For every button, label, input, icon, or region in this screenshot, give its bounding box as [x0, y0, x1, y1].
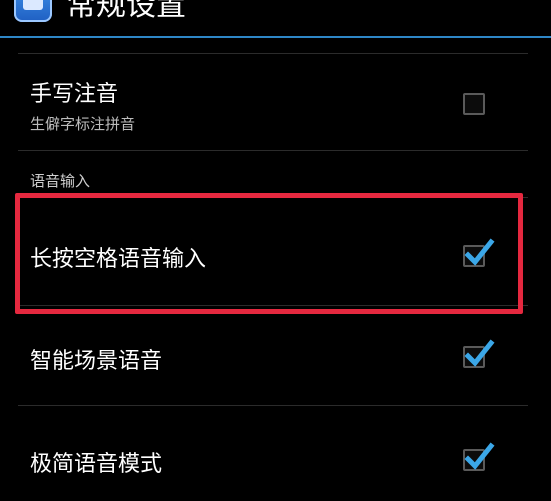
setting-title-minimal-voice-mode: 极简语音模式 — [30, 452, 163, 477]
title-bar: 常规设置 — [0, 0, 551, 36]
setting-title-smart-scene-voice: 智能场景语音 — [30, 349, 163, 374]
divider — [18, 405, 528, 406]
divider — [18, 150, 528, 151]
highlight-box — [15, 193, 523, 314]
checkbox-minimal-voice-mode[interactable] — [463, 442, 495, 471]
setting-summary-handwriting-pinyin: 生僻字标注拼音 — [30, 115, 136, 133]
checkbox-handwriting-pinyin[interactable] — [463, 93, 485, 115]
checkmark-icon — [464, 339, 495, 367]
checkmark-icon — [464, 442, 495, 470]
section-header-voice-input: 语音输入 — [30, 172, 91, 190]
page-title: 常规设置 — [66, 0, 186, 23]
setting-title-handwriting-pinyin: 手写注音 — [30, 82, 119, 107]
title-divider — [0, 36, 551, 38]
divider — [18, 53, 528, 54]
app-keyboard-icon — [14, 0, 52, 22]
checkbox-smart-scene-voice[interactable] — [463, 339, 495, 368]
